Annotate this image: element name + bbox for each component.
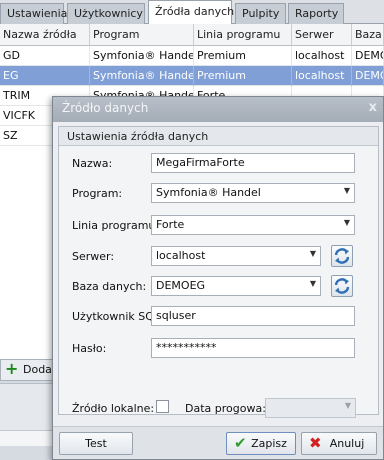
- server-select[interactable]: localhost ▼: [151, 246, 321, 266]
- local-source-checkbox[interactable]: [156, 400, 169, 413]
- server-label: Serwer:: [72, 250, 115, 263]
- add-source-button[interactable]: + Doda: [0, 359, 60, 381]
- sql-user-label: Użytkownik SQL:: [72, 310, 164, 323]
- sql-user-input[interactable]: sqluser: [151, 306, 355, 326]
- table-row[interactable]: GD Symfonia® Handel Premium localhost DE…: [0, 46, 384, 66]
- chevron-down-icon: ▼: [309, 249, 316, 258]
- chevron-down-icon: ▼: [343, 218, 350, 227]
- tab-uzytkownicy[interactable]: Użytkownicy: [67, 3, 145, 24]
- column-header-database[interactable]: Baza: [352, 24, 384, 46]
- database-select[interactable]: DEMOEG ▼: [151, 276, 321, 296]
- cell-database: DEMO: [352, 66, 384, 86]
- column-header-program-line[interactable]: Linia programu: [194, 24, 292, 46]
- status-strip: [0, 430, 55, 446]
- cell-server: localhost: [292, 46, 352, 66]
- chevron-down-icon: ▼: [309, 279, 316, 288]
- program-select[interactable]: Symfonia® Handel ▼: [151, 183, 355, 203]
- date-threshold-picker[interactable]: ▼: [265, 398, 356, 418]
- settings-group: Ustawienia źródła danych Nazwa: MegaFirm…: [58, 126, 379, 418]
- plus-icon: +: [5, 359, 19, 378]
- test-label: Test: [85, 437, 107, 450]
- cancel-button[interactable]: ✖ Anuluj: [301, 432, 377, 455]
- cell-program-line: Premium: [194, 46, 292, 66]
- refresh-icon: [334, 278, 350, 294]
- group-title: Ustawienia źródła danych: [59, 127, 378, 146]
- name-label: Nazwa:: [72, 157, 113, 170]
- cell-server: localhost: [292, 66, 352, 86]
- cancel-label: Anuluj: [329, 437, 365, 450]
- program-label: Program:: [72, 187, 123, 200]
- refresh-icon: [334, 248, 350, 264]
- dialog-title: Źródło danych: [62, 101, 149, 115]
- chevron-down-icon: ▼: [344, 401, 351, 410]
- program-line-value: Forte: [156, 218, 185, 231]
- program-value: Symfonia® Handel: [156, 186, 261, 199]
- tab-pulpity[interactable]: Pulpity: [235, 3, 286, 24]
- tab-strip: Ustawienia Użytkownicy Źródła danych Pul…: [0, 0, 384, 25]
- cell-program-line: Premium: [194, 66, 292, 86]
- test-button[interactable]: Test: [59, 432, 133, 455]
- dialog-button-bar: Test ✔ Zapisz ✖ Anuluj: [53, 426, 383, 459]
- refresh-servers-button[interactable]: [331, 245, 353, 267]
- checkmark-icon: ✔: [234, 434, 247, 452]
- cell-source-name: GD: [0, 46, 90, 66]
- cell-program: Symfonia® Handel: [90, 46, 194, 66]
- date-threshold-label: Data progowa:: [185, 402, 266, 415]
- column-header-source-name[interactable]: Nazwa źródła: [0, 24, 90, 46]
- cell-source-name: EG: [0, 66, 90, 86]
- database-value: DEMOEG: [156, 279, 206, 292]
- table-row-selected[interactable]: EG Symfonia® Handel Premium localhost DE…: [0, 66, 384, 86]
- bottom-panel: [0, 383, 55, 430]
- name-input[interactable]: MegaFirmaForte: [151, 153, 355, 173]
- save-button[interactable]: ✔ Zapisz: [226, 432, 296, 455]
- data-source-dialog: Źródło danych x Ustawienia źródła danych…: [52, 96, 384, 460]
- refresh-databases-button[interactable]: [331, 275, 353, 297]
- column-header-program[interactable]: Program: [90, 24, 194, 46]
- dialog-title-bar: Źródło danych x: [53, 97, 383, 122]
- local-source-label: Źródło lokalne:: [72, 402, 155, 415]
- program-line-label: Linia programu:: [72, 219, 160, 232]
- add-source-label: Doda: [23, 363, 52, 376]
- cell-database: DEMO: [352, 46, 384, 66]
- tab-raporty[interactable]: Raporty: [288, 3, 344, 24]
- password-input[interactable]: ***********: [151, 338, 355, 358]
- tab-ustawienia[interactable]: Ustawienia: [0, 3, 67, 24]
- program-line-select[interactable]: Forte ▼: [151, 215, 355, 235]
- password-label: Hasło:: [72, 342, 107, 355]
- cross-icon: ✖: [309, 434, 322, 452]
- server-value: localhost: [156, 249, 206, 262]
- column-header-server[interactable]: Serwer: [292, 24, 352, 46]
- cell-program: Symfonia® Handel: [90, 66, 194, 86]
- database-label: Baza danych:: [72, 280, 147, 293]
- close-icon[interactable]: x: [369, 100, 377, 115]
- save-label: Zapisz: [251, 437, 287, 450]
- tab-zrodla-danych[interactable]: Źródła danych: [148, 0, 234, 25]
- chevron-down-icon: ▼: [343, 186, 350, 195]
